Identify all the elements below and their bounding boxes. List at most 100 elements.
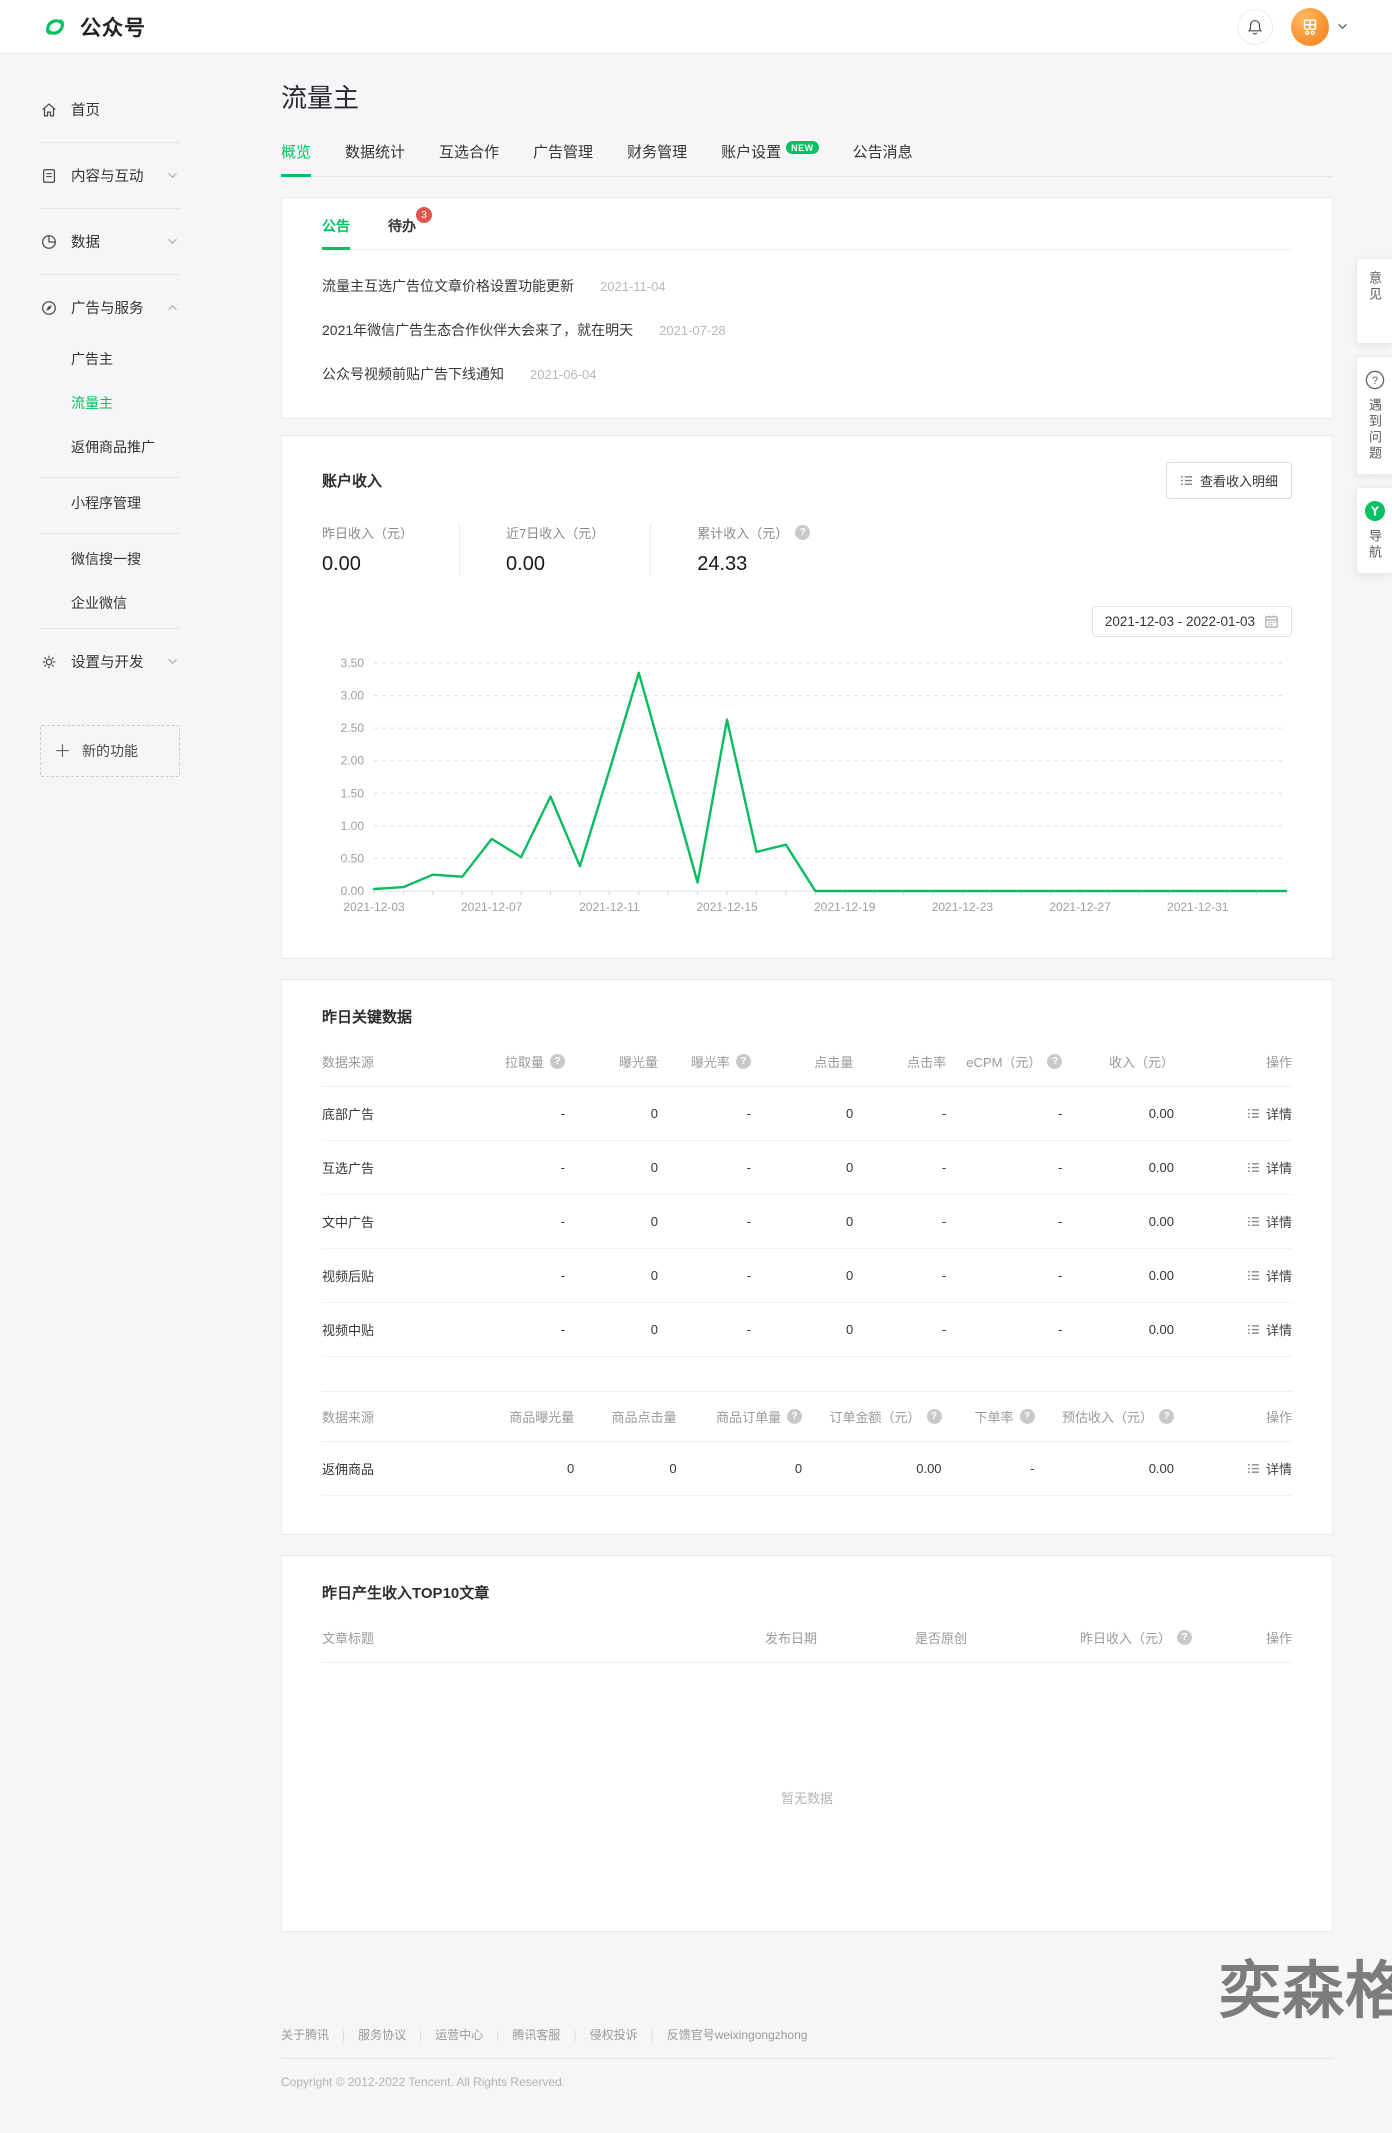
column-header: 文章标题 <box>322 1628 667 1647</box>
tab-5[interactable]: 账户设置NEW <box>721 141 819 176</box>
sidebar-subitem-6[interactable]: 返佣商品推广 <box>40 425 180 469</box>
svg-text:2021-12-19: 2021-12-19 <box>814 900 876 914</box>
footer-link-3[interactable]: 腾讯客服 <box>512 2026 560 2043</box>
account-menu[interactable] <box>1291 8 1348 46</box>
income-stat-value: 24.33 <box>697 553 810 576</box>
help-icon[interactable]: ? <box>550 1054 565 1069</box>
column-header: 是否原创 <box>817 1628 967 1647</box>
detail-button[interactable]: 详情 <box>1247 1266 1292 1285</box>
column-header-label: 商品曝光量 <box>509 1407 574 1426</box>
tab-2[interactable]: 互选合作 <box>439 141 499 176</box>
announcement-link[interactable]: 公众号视频前贴广告下线通知 <box>322 364 504 384</box>
row-value: 0 <box>751 1268 853 1283</box>
sidebar-subitem-9[interactable]: 企业微信 <box>40 581 180 625</box>
sidebar-item-label: 数据 <box>71 231 100 252</box>
detail-button[interactable]: 详情 <box>1247 1104 1292 1123</box>
top10-table: 文章标题发布日期是否原创昨日收入（元）?操作 <box>322 1613 1292 1663</box>
help-icon[interactable]: ? <box>795 525 810 540</box>
tab-label: 账户设置 <box>721 144 781 161</box>
help-icon[interactable]: ? <box>1159 1409 1174 1424</box>
column-header-label: 下单率 <box>975 1407 1014 1426</box>
footer-link-4[interactable]: 侵权投诉 <box>590 2026 638 2043</box>
page-tabs: 概览数据统计 互选合作 广告管理财务管理账户设置NEW 公告消息 <box>281 141 1333 177</box>
notifications-button[interactable] <box>1237 9 1273 45</box>
column-header-label: 拉取量 <box>505 1052 544 1071</box>
svg-text:2.50: 2.50 <box>341 721 365 735</box>
svg-text:2021-12-27: 2021-12-27 <box>1049 900 1111 914</box>
key-data-card: 昨日关键数据 数据来源拉取量?曝光量曝光率?点击量点击率eCPM（元）?收入（元… <box>281 979 1333 1535</box>
footer-link-1[interactable]: 服务协议 <box>358 2026 406 2043</box>
help-icon[interactable]: ? <box>927 1409 942 1424</box>
help-icon[interactable]: ? <box>787 1409 802 1424</box>
detail-button[interactable]: 详情 <box>1247 1320 1292 1339</box>
column-header: 点击量 <box>751 1052 853 1071</box>
income-stat-2: 累计收入（元）?24.33 <box>697 523 856 576</box>
help-icon[interactable]: ? <box>736 1054 751 1069</box>
footer-link-0[interactable]: 关于腾讯 <box>281 2026 329 2043</box>
float-card-2[interactable]: 导航 <box>1356 487 1392 574</box>
row-source-label: 视频中贴 <box>322 1320 472 1339</box>
chevron-down-icon <box>167 172 178 179</box>
sidebar-subitem-8[interactable]: 微信搜一搜 <box>40 537 180 581</box>
tab-1[interactable]: 数据统计 <box>345 141 405 176</box>
help-icon[interactable]: ? <box>1177 1630 1192 1645</box>
svg-text:3.50: 3.50 <box>341 656 365 670</box>
main-content: 流量主 概览数据统计互选合作广告管理财务管理账户设置NEW公告消息 公告待办3 … <box>281 54 1333 2133</box>
help-icon[interactable]: ? <box>1020 1409 1035 1424</box>
float-card-0[interactable]: 意见 <box>1356 258 1392 344</box>
row-value: - <box>853 1160 946 1175</box>
sidebar-item-2[interactable]: 数据 <box>40 212 180 271</box>
announcement-tab-0[interactable]: 公告 <box>322 216 350 249</box>
new-feature-button[interactable]: ＋ 新的功能 <box>40 725 180 777</box>
detail-button[interactable]: 详情 <box>1247 1459 1292 1478</box>
sidebar-divider <box>40 208 180 209</box>
sidebar-item-1[interactable]: 内容与互动 <box>40 146 180 205</box>
sidebar-item-3[interactable]: 广告与服务 <box>40 278 180 337</box>
row-value: - <box>472 1106 565 1121</box>
date-range-picker[interactable]: 2021-12-03 - 2022-01-03 <box>1092 606 1292 637</box>
sidebar-item-10[interactable]: 设置与开发 <box>40 632 180 691</box>
row-actions: 详情 <box>1174 1104 1292 1123</box>
detail-button[interactable]: 详情 <box>1247 1212 1292 1231</box>
row-value: - <box>946 1214 1062 1229</box>
chevron-down-icon <box>167 238 178 245</box>
tab-6[interactable]: 公告消息 <box>853 141 913 176</box>
footer-link-5[interactable]: 反馈官号weixingongzhong <box>667 2026 808 2043</box>
tab-0[interactable]: 概览 <box>281 141 311 176</box>
footer-link-2[interactable]: 运营中心 <box>435 2026 483 2043</box>
tab-3[interactable]: 广告管理 <box>533 141 593 176</box>
help-icon[interactable]: ? <box>1047 1054 1062 1069</box>
column-header-label: 操作 <box>1266 1052 1292 1071</box>
top10-card: 昨日产生收入TOP10文章 文章标题发布日期是否原创昨日收入（元）?操作 暂无数… <box>281 1555 1333 1932</box>
footer-divider <box>281 2058 1333 2059</box>
brand[interactable]: 公众号 <box>40 12 146 42</box>
row-value: - <box>946 1322 1062 1337</box>
sidebar-subitem-7[interactable]: 小程序管理 <box>40 481 180 525</box>
detail-button[interactable]: 详情 <box>1247 1158 1292 1177</box>
announcement-link[interactable]: 流量主互选广告位文章价格设置功能更新 <box>322 276 574 296</box>
sidebar-item-label: 设置与开发 <box>71 651 144 672</box>
row-value: - <box>658 1106 751 1121</box>
sidebar-item-0[interactable]: 首页 <box>40 80 180 139</box>
tab-4[interactable]: 财务管理 <box>627 141 687 176</box>
view-income-detail-button[interactable]: 查看收入明细 <box>1166 462 1292 499</box>
column-header: 拉取量? <box>472 1052 565 1071</box>
announcement-tab-1[interactable]: 待办3 <box>388 216 416 249</box>
row-value: 0 <box>574 1461 676 1476</box>
ad-data-table: 数据来源拉取量?曝光量曝光率?点击量点击率eCPM（元）?收入（元）操作底部广告… <box>322 1037 1292 1357</box>
tab-label: 互选合作 <box>439 144 499 161</box>
empty-state: 暂无数据 <box>322 1663 1292 1931</box>
sidebar-item-label: 首页 <box>71 99 100 120</box>
income-stat-0: 昨日收入（元）0.00 <box>322 523 460 576</box>
list-icon <box>1247 1324 1260 1335</box>
announcement-link[interactable]: 2021年微信广告生态合作伙伴大会来了，就在明天 <box>322 320 633 340</box>
plus-icon: ＋ <box>54 743 71 760</box>
float-card-1[interactable]: ?遇到问题 <box>1356 356 1392 475</box>
row-value: 0.00 <box>1062 1214 1174 1229</box>
new-feature-label: 新的功能 <box>82 741 138 761</box>
sidebar-subitem-5[interactable]: 流量主 <box>40 381 180 425</box>
income-stat-label: 昨日收入（元） <box>322 523 413 542</box>
row-value: - <box>472 1214 565 1229</box>
sidebar-subitem-4[interactable]: 广告主 <box>40 337 180 381</box>
announcement-tab-label: 待办 <box>388 218 416 234</box>
